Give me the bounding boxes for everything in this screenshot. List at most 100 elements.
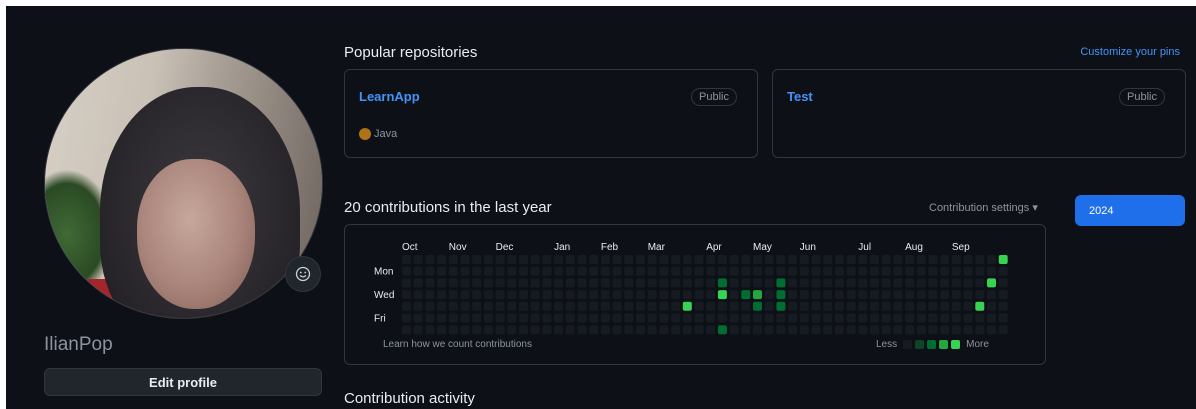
contribution-day-cell[interactable]: [846, 255, 856, 264]
contribution-day-cell[interactable]: [987, 278, 996, 288]
contribution-day-cell[interactable]: [530, 325, 540, 335]
contribution-day-cell[interactable]: [834, 255, 844, 264]
contribution-day-cell[interactable]: [671, 278, 681, 288]
contribution-day-cell[interactable]: [870, 255, 879, 264]
contribution-day-cell[interactable]: [682, 278, 692, 288]
contribution-day-cell[interactable]: [963, 255, 973, 264]
contribution-day-cell[interactable]: [577, 255, 587, 264]
contribution-day-cell[interactable]: [437, 266, 447, 276]
contribution-day-cell[interactable]: [682, 255, 692, 264]
set-status-button[interactable]: [285, 256, 321, 292]
contribution-day-cell[interactable]: [624, 255, 634, 264]
contribution-day-cell[interactable]: [834, 313, 844, 323]
contribution-day-cell[interactable]: [694, 266, 704, 276]
contribution-day-cell[interactable]: [963, 266, 973, 276]
contribution-day-cell[interactable]: [905, 325, 915, 335]
contribution-day-cell[interactable]: [413, 278, 423, 288]
contribution-day-cell[interactable]: [483, 301, 493, 311]
contribution-day-cell[interactable]: [530, 301, 540, 311]
contribution-day-cell[interactable]: [402, 301, 411, 311]
contribution-day-cell[interactable]: [823, 301, 833, 311]
contribution-day-cell[interactable]: [776, 290, 786, 300]
contribution-day-cell[interactable]: [928, 266, 938, 276]
contribution-day-cell[interactable]: [706, 255, 716, 264]
contribution-day-cell[interactable]: [694, 313, 704, 323]
contribution-day-cell[interactable]: [589, 301, 599, 311]
contribution-day-cell[interactable]: [729, 313, 739, 323]
contribution-day-cell[interactable]: [881, 255, 891, 264]
contribution-day-cell[interactable]: [823, 325, 833, 335]
contribution-day-cell[interactable]: [928, 313, 938, 323]
contribution-day-cell[interactable]: [729, 325, 739, 335]
contribution-day-cell[interactable]: [495, 325, 505, 335]
contribution-day-cell[interactable]: [542, 313, 552, 323]
contribution-day-cell[interactable]: [659, 266, 669, 276]
contribution-day-cell[interactable]: [413, 255, 423, 264]
contribution-day-cell[interactable]: [940, 255, 950, 264]
contribution-day-cell[interactable]: [729, 278, 739, 288]
contribution-day-cell[interactable]: [472, 301, 482, 311]
contribution-day-cell[interactable]: [753, 290, 762, 300]
contribution-day-cell[interactable]: [554, 278, 564, 288]
contribution-day-cell[interactable]: [881, 278, 891, 288]
contribution-day-cell[interactable]: [928, 301, 938, 311]
contribution-day-cell[interactable]: [659, 301, 669, 311]
contribution-day-cell[interactable]: [554, 325, 564, 335]
contribution-day-cell[interactable]: [998, 313, 1008, 323]
contribution-day-cell[interactable]: [519, 313, 528, 323]
contribution-day-cell[interactable]: [881, 313, 891, 323]
contribution-day-cell[interactable]: [717, 325, 727, 335]
contribution-day-cell[interactable]: [519, 301, 528, 311]
contribution-day-cell[interactable]: [998, 301, 1008, 311]
contribution-day-cell[interactable]: [764, 266, 774, 276]
contribution-day-cell[interactable]: [402, 290, 411, 300]
contribution-day-cell[interactable]: [530, 313, 540, 323]
contribution-day-cell[interactable]: [554, 301, 564, 311]
contribution-day-cell[interactable]: [764, 325, 774, 335]
contribution-day-cell[interactable]: [753, 313, 762, 323]
contribution-day-cell[interactable]: [600, 301, 610, 311]
contribution-day-cell[interactable]: [554, 313, 564, 323]
contribution-day-cell[interactable]: [612, 255, 622, 264]
contribution-day-cell[interactable]: [507, 301, 517, 311]
contribution-day-cell[interactable]: [846, 278, 856, 288]
contribution-day-cell[interactable]: [951, 290, 961, 300]
contribution-day-cell[interactable]: [741, 255, 751, 264]
contribution-day-cell[interactable]: [776, 325, 786, 335]
contribution-day-cell[interactable]: [811, 313, 821, 323]
contribution-day-cell[interactable]: [951, 278, 961, 288]
contribution-day-cell[interactable]: [963, 278, 973, 288]
contribution-day-cell[interactable]: [671, 301, 681, 311]
contribution-day-cell[interactable]: [881, 266, 891, 276]
contribution-day-cell[interactable]: [682, 290, 692, 300]
contribution-day-cell[interactable]: [940, 278, 950, 288]
contribution-day-cell[interactable]: [905, 290, 915, 300]
contribution-day-cell[interactable]: [870, 278, 879, 288]
contribution-day-cell[interactable]: [437, 290, 447, 300]
contribution-day-cell[interactable]: [741, 325, 751, 335]
contribution-day-cell[interactable]: [975, 325, 985, 335]
contribution-day-cell[interactable]: [753, 325, 762, 335]
contribution-day-cell[interactable]: [647, 290, 657, 300]
contribution-day-cell[interactable]: [870, 313, 879, 323]
contribution-day-cell[interactable]: [437, 301, 447, 311]
contribution-day-cell[interactable]: [565, 313, 575, 323]
repo-name-link[interactable]: Test: [787, 89, 813, 104]
contribution-day-cell[interactable]: [764, 313, 774, 323]
contribution-day-cell[interactable]: [916, 290, 926, 300]
contribution-day-cell[interactable]: [425, 313, 435, 323]
contribution-day-cell[interactable]: [636, 301, 645, 311]
contribution-day-cell[interactable]: [694, 325, 704, 335]
contribution-day-cell[interactable]: [612, 290, 622, 300]
contribution-day-cell[interactable]: [636, 290, 645, 300]
contribution-day-cell[interactable]: [846, 313, 856, 323]
contribution-day-cell[interactable]: [483, 325, 493, 335]
contribution-day-cell[interactable]: [987, 290, 996, 300]
contribution-day-cell[interactable]: [437, 313, 447, 323]
contribution-day-cell[interactable]: [589, 266, 599, 276]
contribution-day-cell[interactable]: [659, 255, 669, 264]
contribution-day-cell[interactable]: [823, 313, 833, 323]
contribution-day-cell[interactable]: [413, 301, 423, 311]
contribution-day-cell[interactable]: [916, 301, 926, 311]
contribution-day-cell[interactable]: [870, 266, 879, 276]
